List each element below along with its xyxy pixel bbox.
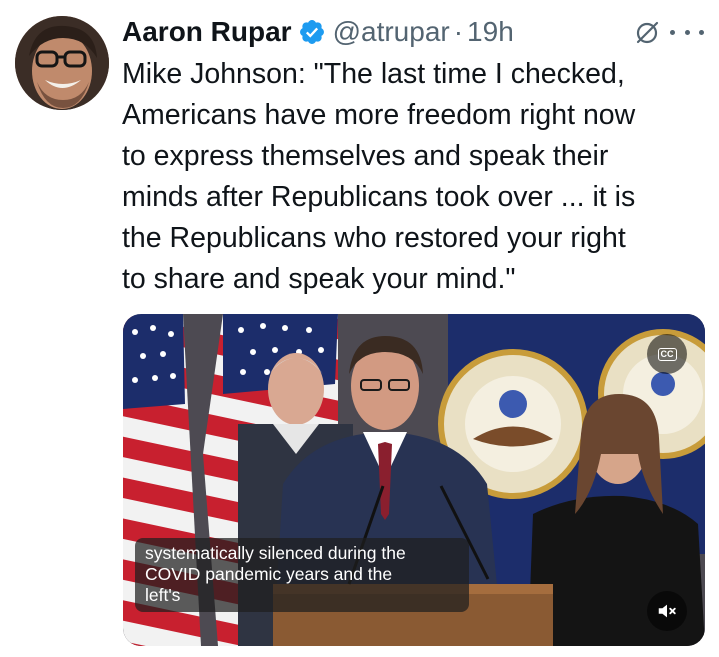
closed-captions-icon[interactable]: CC xyxy=(647,334,687,374)
tweet-text: Mike Johnson: "The last time I checked, … xyxy=(122,54,712,300)
avatar-photo xyxy=(15,16,109,110)
tweet-text-line: to express themselves and speak their xyxy=(122,140,609,172)
tweet-timestamp[interactable]: 19h xyxy=(467,12,514,52)
tweet-text-line: Americans have more freedom right now xyxy=(122,99,636,131)
tweet-text-line: Mike Johnson: "The last time I checked, xyxy=(122,58,625,90)
video-caption: systematically silenced during the COVID… xyxy=(135,538,469,612)
tweet-text-line: the Republicans who restored your right xyxy=(122,222,626,254)
author-name[interactable]: Aaron Rupar xyxy=(122,12,292,52)
verified-badge-icon xyxy=(298,18,326,46)
grok-icon[interactable] xyxy=(634,20,660,46)
header-separator: · xyxy=(453,16,464,47)
caption-line: COVID pandemic years and the xyxy=(145,564,393,584)
caption-line: left's xyxy=(145,585,181,605)
tweet-video[interactable]: CC systematically silenced during the CO… xyxy=(123,314,705,646)
author-handle[interactable]: @atrupar xyxy=(333,12,450,52)
cc-label: CC xyxy=(657,347,677,361)
more-options-icon[interactable] xyxy=(670,27,704,37)
volume-muted-icon[interactable] xyxy=(647,591,687,631)
caption-line: systematically silenced during the xyxy=(145,543,406,563)
author-avatar[interactable] xyxy=(15,16,109,110)
tweet-header: Aaron Rupar @atrupar · 19h xyxy=(122,12,514,52)
tweet-text-line: minds after Republicans took over ... it… xyxy=(122,181,636,213)
tweet-text-line: to share and speak your mind." xyxy=(122,263,516,295)
